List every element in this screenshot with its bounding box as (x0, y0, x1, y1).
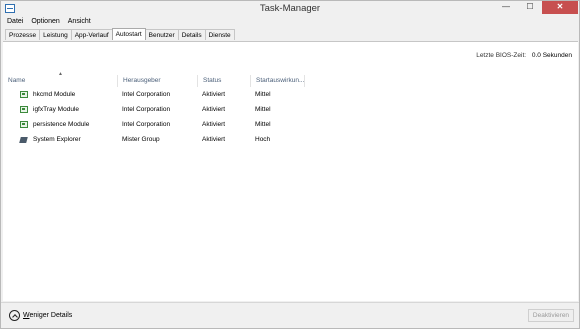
bios-time-label: Letzte BIOS-Zeit: (476, 52, 527, 59)
column-header-name[interactable]: Name (3, 75, 118, 87)
fewer-details-label: Weniger Details (23, 312, 72, 319)
close-button[interactable]: ✕ (542, 1, 578, 14)
column-header-startup-impact[interactable]: Startauswirkun... (251, 75, 305, 87)
row-status: Aktiviert (202, 106, 226, 113)
module-icon (20, 91, 28, 98)
row-publisher: Intel Corporation (122, 121, 171, 128)
row-publisher: Intel Corporation (122, 106, 171, 113)
row-impact: Mittel (255, 91, 271, 98)
footer-bar: Weniger Details Deaktivieren (1, 302, 579, 328)
bios-time-value: 0.0 Sekunden (531, 52, 572, 59)
column-header-status[interactable]: Status (198, 75, 251, 87)
bios-time: Letzte BIOS-Zeit: 0.0 Sekunden (476, 52, 572, 59)
row-impact: Mittel (255, 106, 271, 113)
module-icon (20, 121, 28, 128)
chevron-up-circle-icon (9, 310, 20, 321)
task-manager-window: Task-Manager — ☐ ✕ Datei Optionen Ansich… (0, 0, 580, 329)
row-status: Aktiviert (202, 91, 226, 98)
menu-ansicht[interactable]: Ansicht (64, 16, 95, 27)
tab-dienste[interactable]: Dienste (204, 29, 235, 40)
tab-benutzer[interactable]: Benutzer (144, 29, 179, 40)
fewer-details-text: eniger Details (29, 312, 73, 319)
tab-strip: Prozesse Leistung App-Verlauf Autostart … (5, 28, 235, 41)
table-row[interactable]: persistence Module Intel Corporation Akt… (3, 117, 578, 132)
table-row[interactable]: hkcmd Module Intel Corporation Aktiviert… (3, 87, 578, 102)
fewer-details-button[interactable]: Weniger Details (9, 310, 72, 321)
minimize-button[interactable]: — (494, 1, 518, 14)
disable-button[interactable]: Deaktivieren (528, 309, 574, 322)
menu-bar: Datei Optionen Ansicht (3, 16, 95, 27)
row-impact: Hoch (255, 136, 271, 143)
row-name: System Explorer (33, 136, 81, 143)
table-row[interactable]: igfxTray Module Intel Corporation Aktivi… (3, 102, 578, 117)
title-bar[interactable]: Task-Manager — ☐ ✕ (1, 1, 579, 16)
row-publisher: Mister Group (122, 136, 160, 143)
row-status: Aktiviert (202, 136, 226, 143)
table-row[interactable]: System Explorer Mister Group Aktiviert H… (3, 132, 578, 147)
column-header-publisher[interactable]: Herausgeber (118, 75, 198, 87)
tab-leistung[interactable]: Leistung (39, 29, 72, 40)
row-name: igfxTray Module (33, 106, 79, 113)
row-status: Aktiviert (202, 121, 226, 128)
row-name: persistence Module (33, 121, 90, 128)
system-explorer-icon (20, 136, 28, 143)
menu-datei[interactable]: Datei (3, 16, 27, 27)
autostart-panel: Letzte BIOS-Zeit: 0.0 Sekunden ▲ Name He… (3, 41, 578, 301)
maximize-button[interactable]: ☐ (518, 1, 542, 14)
tab-prozesse[interactable]: Prozesse (5, 29, 41, 40)
row-impact: Mittel (255, 121, 271, 128)
menu-optionen[interactable]: Optionen (27, 16, 63, 27)
tab-details[interactable]: Details (177, 29, 206, 40)
window-title: Task-Manager (259, 3, 321, 14)
row-publisher: Intel Corporation (122, 91, 171, 98)
module-icon (20, 106, 28, 113)
tab-autostart[interactable]: Autostart (111, 28, 146, 40)
row-name: hkcmd Module (33, 91, 76, 98)
tab-app-verlauf[interactable]: App-Verlauf (70, 29, 113, 40)
table-header: Name Herausgeber Status Startauswirkun..… (3, 75, 578, 87)
